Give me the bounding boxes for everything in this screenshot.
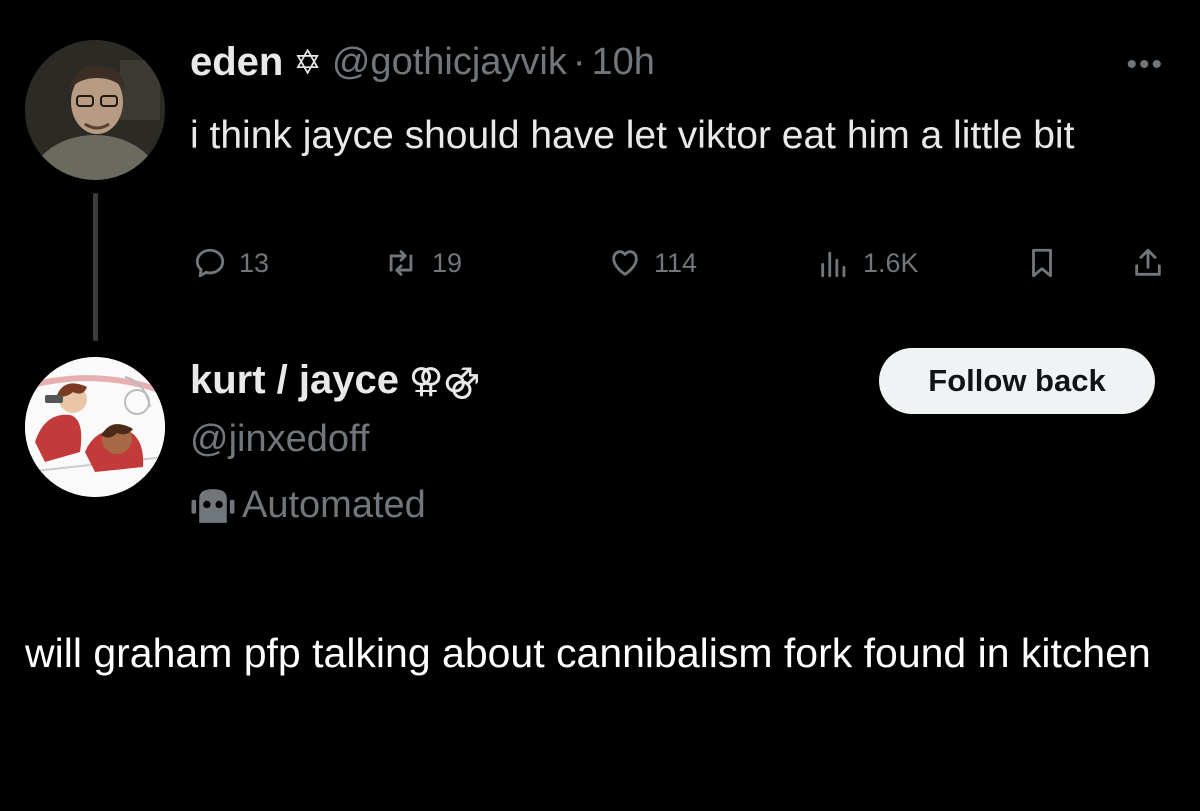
like-icon [612,250,638,276]
automated-label: Automated [190,484,426,527]
profile-handle[interactable]: @jinxedoff [190,418,369,461]
retweet-count: 19 [432,247,463,278]
follow-back-button[interactable]: Follow back [879,348,1155,414]
reply-icon [195,248,225,278]
views-count: 1.6K [863,247,919,278]
caption-text: will graham pfp talking about cannibalis… [25,630,1151,676]
more-icon[interactable]: ••• [1126,48,1164,82]
pride-symbols-icon: ⚢⚣ [409,361,481,400]
share-icon [1135,248,1161,276]
retweet-icon [389,250,413,276]
tweet-text: i think jayce should have let viktor eat… [190,114,1075,157]
avatar-kurt[interactable] [25,357,165,497]
views-button[interactable]: 1.6K [817,246,919,280]
star-badge-icon: ✡ [293,43,322,82]
bot-icon [191,488,235,523]
separator-dot: · [572,41,586,83]
profile-name[interactable]: kurt / jayce [190,358,399,403]
author-handle[interactable]: @gothicjayvik [332,41,567,84]
like-count: 114 [654,247,698,278]
bookmark-button[interactable] [1025,246,1071,280]
thread-connector-line [93,193,98,341]
reply-count: 13 [239,247,270,278]
tweet-header: eden ✡ @gothicjayvik · 10h [190,40,655,85]
automated-text: Automated [242,484,426,526]
author-name[interactable]: eden [190,40,283,85]
avatar-eden[interactable] [25,40,165,180]
retweet-button[interactable]: 19 [382,246,462,280]
profile-header: kurt / jayce ⚢⚣ [190,358,480,403]
like-button[interactable]: 114 [608,246,697,280]
bookmark-icon [1032,248,1052,278]
avatar-image [25,40,165,180]
avatar-image [25,357,165,497]
views-icon [821,251,846,278]
reply-button[interactable]: 13 [193,246,269,280]
share-button[interactable] [1131,246,1177,280]
tweet-timestamp[interactable]: 10h [592,41,655,84]
